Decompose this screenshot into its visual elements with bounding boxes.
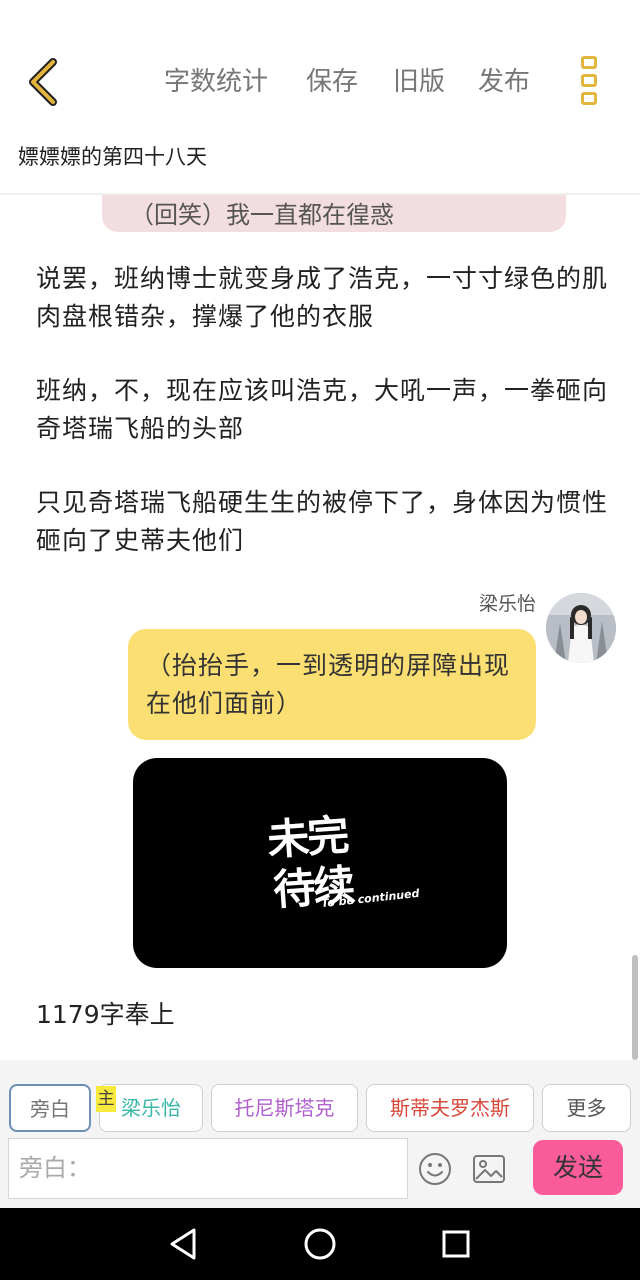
save-button[interactable]: 保存 <box>306 62 358 102</box>
message-bubble-partial[interactable]: （回笑）我一直都在徨惑 <box>102 195 566 232</box>
image-button[interactable] <box>472 1154 506 1184</box>
avatar-image <box>546 593 616 663</box>
system-nav-bar <box>0 1208 640 1280</box>
message-text: （回笑）我一直都在徨惑 <box>130 201 394 229</box>
speaker-name: 梁乐怡 <box>478 593 536 615</box>
send-button[interactable]: 发送 <box>533 1140 623 1195</box>
role-chip-narration[interactable]: 旁白 <box>9 1084 91 1132</box>
role-chip-tony-stark[interactable]: 托尼斯塔克 <box>211 1084 358 1132</box>
narration-paragraph[interactable]: 班纳，不，现在应该叫浩克，大吼一声，一拳砸向奇塔瑞飞船的头部 <box>36 372 616 448</box>
host-badge: 主 <box>96 1086 116 1112</box>
word-count-note[interactable]: 1179字奉上 <box>36 995 175 1035</box>
top-bar: 字数统计 保存 旧版 发布 <box>0 40 640 124</box>
composer: 旁白 梁乐怡 主 托尼斯塔克 斯蒂夫罗杰斯 更多 旁白： 发送 <box>0 1060 640 1208</box>
scrollbar[interactable] <box>632 955 638 1060</box>
story-title: 嫖嫖嫖的第四十八天 <box>18 145 207 169</box>
word-count-stats-button[interactable]: 字数统计 <box>164 62 268 102</box>
role-chip-more[interactable]: 更多 <box>542 1084 631 1132</box>
back-button[interactable] <box>18 54 68 110</box>
back-triangle-icon[interactable] <box>168 1226 198 1262</box>
recents-square-icon[interactable] <box>440 1226 472 1262</box>
narration-paragraph[interactable]: 说罢，班纳博士就变身成了浩克，一寸寸绿色的肌肉盘根错杂，撑爆了他的衣服 <box>36 260 616 336</box>
story-content[interactable]: （回笑）我一直都在徨惑 说罢，班纳博士就变身成了浩克，一寸寸绿色的肌肉盘根错杂，… <box>0 195 640 1060</box>
message-input[interactable]: 旁白： <box>8 1138 408 1199</box>
more-menu-button[interactable] <box>572 54 606 110</box>
message-bubble[interactable]: （抬抬手，一到透明的屏障出现在他们面前） <box>128 629 536 740</box>
home-circle-icon[interactable] <box>303 1226 337 1262</box>
chevron-left-icon <box>29 58 57 106</box>
role-chip-steve-rogers[interactable]: 斯蒂夫罗杰斯 <box>366 1084 534 1132</box>
emoji-button[interactable] <box>418 1152 452 1186</box>
avatar[interactable] <box>546 593 616 663</box>
smiley-icon <box>419 1153 451 1185</box>
publish-button[interactable]: 发布 <box>478 62 530 102</box>
narration-paragraph[interactable]: 只见奇塔瑞飞船硬生生的被停下了，身体因为惯性砸向了史蒂夫他们 <box>36 484 616 560</box>
to-be-continued-image[interactable]: 未完 待续 To be continued <box>133 758 507 968</box>
image-icon <box>473 1155 505 1183</box>
old-version-button[interactable]: 旧版 <box>393 62 445 102</box>
